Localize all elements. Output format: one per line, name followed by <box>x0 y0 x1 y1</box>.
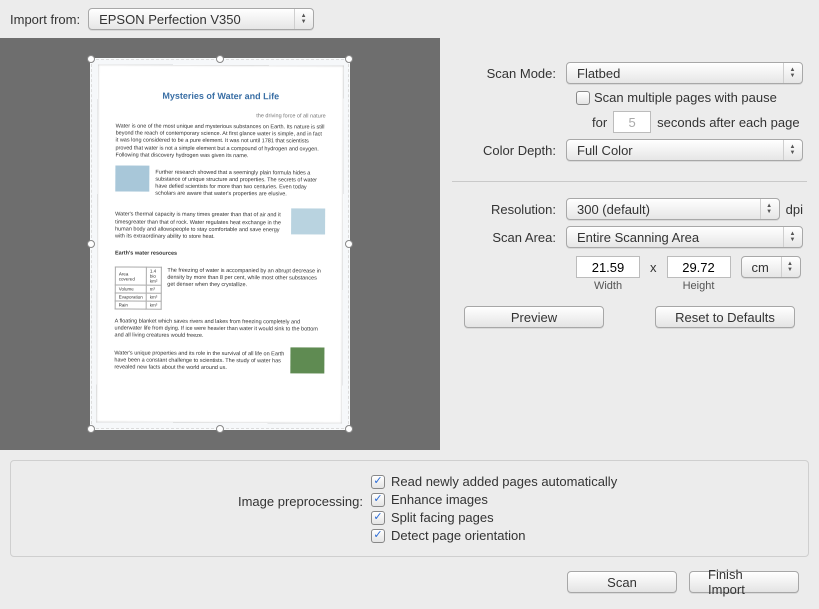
detect-checkbox[interactable]: ✓ <box>371 529 385 543</box>
crop-handle[interactable] <box>345 55 353 63</box>
select-arrows-icon: ▲▼ <box>760 199 776 219</box>
scan-preview-area: Mysteries of Water and Life the driving … <box>0 38 440 450</box>
import-from-select[interactable]: EPSON Perfection V350 ▲▼ <box>88 8 314 30</box>
multi-page-label: Scan multiple pages with pause <box>594 90 777 105</box>
detect-label: Detect page orientation <box>391 528 525 543</box>
read-new-label: Read newly added pages automatically <box>391 474 617 489</box>
split-label: Split facing pages <box>391 510 494 525</box>
crop-handle[interactable] <box>87 240 95 248</box>
crop-handle[interactable] <box>87 425 95 433</box>
import-from-value: EPSON Perfection V350 <box>99 12 241 27</box>
scan-mode-label: Scan Mode: <box>456 66 566 81</box>
scan-area-select[interactable]: Entire Scanning Area ▲▼ <box>566 226 803 248</box>
select-arrows-icon: ▲▼ <box>783 63 799 83</box>
scan-mode-value: Flatbed <box>577 66 620 81</box>
multi-page-checkbox[interactable] <box>576 91 590 105</box>
times-label: x <box>650 260 657 289</box>
resolution-unit: dpi <box>786 202 803 217</box>
select-arrows-icon: ▲▼ <box>783 140 799 160</box>
color-depth-value: Full Color <box>577 143 633 158</box>
resolution-select[interactable]: 300 (default) ▲▼ <box>566 198 780 220</box>
import-from-label: Import from: <box>10 12 80 27</box>
crop-handle[interactable] <box>216 55 224 63</box>
resolution-value: 300 (default) <box>577 202 650 217</box>
options-box: Image preprocessing: ✓ Read newly added … <box>10 460 809 557</box>
finish-import-button[interactable]: Finish Import <box>689 571 799 593</box>
reset-defaults-button[interactable]: Reset to Defaults <box>655 306 795 328</box>
resolution-label: Resolution: <box>456 202 566 217</box>
read-new-checkbox[interactable]: ✓ <box>371 475 385 489</box>
preprocessing-label: Image preprocessing: <box>25 471 371 546</box>
width-input[interactable] <box>576 256 640 278</box>
crop-handle[interactable] <box>345 425 353 433</box>
pause-suffix: seconds after each page <box>657 115 799 130</box>
pause-prefix: for <box>592 115 607 130</box>
enhance-label: Enhance images <box>391 492 488 507</box>
select-arrows-icon: ▲▼ <box>294 9 310 29</box>
preview-button[interactable]: Preview <box>464 306 604 328</box>
pause-seconds-input[interactable] <box>613 111 651 133</box>
scan-button[interactable]: Scan <box>567 571 677 593</box>
select-arrows-icon: ▲▼ <box>781 257 797 277</box>
unit-select[interactable]: cm ▲▼ <box>741 256 801 278</box>
height-input[interactable] <box>667 256 731 278</box>
split-checkbox[interactable]: ✓ <box>371 511 385 525</box>
preview-frame[interactable]: Mysteries of Water and Life the driving … <box>90 58 350 430</box>
scan-mode-select[interactable]: Flatbed ▲▼ <box>566 62 803 84</box>
width-sublabel: Width <box>594 280 622 292</box>
crop-handle[interactable] <box>216 425 224 433</box>
scan-area-value: Entire Scanning Area <box>577 230 699 245</box>
crop-handle[interactable] <box>87 55 95 63</box>
height-sublabel: Height <box>683 280 715 292</box>
unit-value: cm <box>752 260 769 275</box>
enhance-checkbox[interactable]: ✓ <box>371 493 385 507</box>
color-depth-label: Color Depth: <box>456 143 566 158</box>
crop-handle[interactable] <box>345 240 353 248</box>
scan-area-label: Scan Area: <box>456 230 566 245</box>
select-arrows-icon: ▲▼ <box>783 227 799 247</box>
crop-marquee[interactable] <box>91 59 349 429</box>
color-depth-select[interactable]: Full Color ▲▼ <box>566 139 803 161</box>
